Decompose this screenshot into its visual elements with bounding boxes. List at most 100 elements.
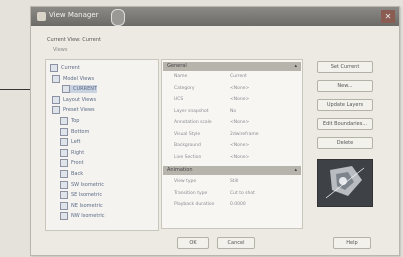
view-preview-thumbnail: [317, 159, 373, 207]
view-icon: [60, 127, 68, 136]
property-name: Annotation scale: [174, 120, 212, 125]
edit-boundaries-button[interactable]: Edit Boundaries...: [317, 118, 373, 130]
view-icon: [62, 85, 70, 94]
property-value: <None>: [230, 120, 250, 125]
collapse-icon: ▴: [294, 167, 297, 173]
general-section-header[interactable]: General ▴: [163, 62, 301, 71]
tree-item-label: Left: [71, 139, 81, 146]
property-value: Still: [230, 179, 239, 184]
property-name: Transition type: [174, 190, 208, 196]
dialog-title: View Manager: [49, 11, 99, 19]
property-value: <None>: [230, 97, 250, 102]
title-bar[interactable]: View Manager ✕: [31, 7, 399, 26]
tree-item[interactable]: NE Isometric: [60, 201, 103, 210]
view-icon: [52, 95, 60, 104]
tree-item-label: Back: [71, 171, 84, 177]
property-value: Current: [230, 74, 247, 79]
property-value: <None>: [230, 85, 250, 91]
view-icon: [60, 138, 68, 147]
tree-item[interactable]: Right: [60, 148, 85, 157]
property-row[interactable]: Category <None>: [174, 85, 300, 93]
property-value: Cut to shot: [230, 190, 255, 196]
tree-item[interactable]: Bottom: [60, 127, 90, 136]
tree-item-label: Front: [71, 160, 84, 167]
property-name: UCS: [174, 97, 184, 102]
delete-button[interactable]: Delete: [317, 137, 373, 149]
tree-item-label: Current: [61, 65, 80, 71]
view-icon: [52, 74, 60, 83]
property-name: Name: [174, 74, 188, 79]
set-current-button[interactable]: Set Current: [317, 61, 373, 73]
tree-item-label: SW Isometric: [71, 181, 104, 188]
property-name: Category: [174, 85, 195, 91]
tree-item[interactable]: Back: [60, 170, 83, 178]
mouse-cursor-icon: [111, 9, 125, 26]
current-view-label: Current View: Current: [47, 37, 102, 43]
cancel-button[interactable]: Cancel: [217, 237, 255, 249]
property-name: Background: [174, 143, 201, 148]
view-manager-icon: [37, 12, 46, 21]
property-value: 2dwireframe: [230, 131, 259, 137]
property-row[interactable]: View type Still: [174, 178, 300, 186]
close-icon[interactable]: ✕: [381, 10, 395, 23]
tree-item-label: SE Isometric: [71, 192, 103, 199]
property-name: Playback duration: [174, 202, 215, 207]
update-layers-button[interactable]: Update Layers: [317, 99, 373, 111]
ok-button[interactable]: OK: [177, 237, 209, 249]
tree-item-label: Layout Views: [63, 96, 97, 103]
property-name: Visual Style: [174, 131, 201, 137]
property-value: No: [230, 108, 237, 114]
view-icon: [60, 180, 68, 189]
property-row[interactable]: Playback duration 0.0000: [174, 201, 300, 209]
tree-item-label: Bottom: [71, 128, 90, 135]
views-tree[interactable]: Current Model Views CURRENT Layout Views Pre…: [45, 59, 159, 231]
new-view-button[interactable]: New...: [317, 80, 373, 92]
tree-item[interactable]: SE Isometric: [60, 191, 103, 200]
views-label: Views: [53, 47, 68, 53]
tree-item[interactable]: Left: [60, 138, 81, 147]
property-name: Live Section: [174, 154, 202, 160]
tree-item[interactable]: Current: [50, 64, 80, 72]
tree-item[interactable]: Front: [60, 159, 84, 168]
tree-item-label: NE Isometric: [71, 202, 103, 209]
property-row[interactable]: Annotation scale <None>: [174, 119, 300, 127]
properties-panel: General ▴ Name Current Category <None> UCS <N…: [161, 59, 303, 229]
animation-section-title: Animation: [167, 167, 193, 173]
property-value: 0.0000: [230, 202, 246, 207]
property-row[interactable]: Background <None>: [174, 142, 300, 150]
property-row[interactable]: UCS <None>: [174, 96, 300, 104]
property-name: Layer snapshot: [174, 108, 209, 114]
animation-section-header[interactable]: Animation ▴: [163, 166, 301, 175]
view-icon: [60, 201, 68, 210]
property-row[interactable]: Visual Style 2dwireframe: [174, 131, 300, 139]
view-icon: [60, 191, 68, 200]
tree-item[interactable]: NW Isometric: [60, 212, 105, 221]
collapse-icon: ▴: [294, 63, 297, 69]
tree-item[interactable]: Layout Views: [52, 95, 97, 104]
view-icon: [60, 117, 68, 125]
tree-item[interactable]: Top: [60, 117, 79, 125]
property-row[interactable]: Transition type Cut to shot: [174, 190, 300, 198]
tree-item[interactable]: Preset Views: [52, 106, 95, 115]
property-row[interactable]: Name Current: [174, 73, 300, 81]
view-icon: [60, 212, 68, 221]
tree-item-label: NW Isometric: [71, 213, 105, 220]
help-button[interactable]: Help: [333, 237, 371, 249]
tree-item-label: Top: [71, 118, 80, 124]
view-icon: [60, 148, 68, 157]
tree-item-label: Model Views: [63, 75, 95, 82]
tree-item[interactable]: CURRENT: [62, 85, 98, 94]
tree-item-label: Preset Views: [63, 107, 95, 114]
property-value: <None>: [230, 143, 250, 148]
view-icon: [50, 64, 58, 72]
property-row[interactable]: Layer snapshot No: [174, 108, 300, 116]
general-section-title: General: [167, 63, 187, 69]
tree-item[interactable]: SW Isometric: [60, 180, 104, 189]
view-icon: [52, 106, 60, 115]
property-name: View type: [174, 179, 197, 184]
view-icon: [60, 159, 68, 168]
tree-item[interactable]: Model Views: [52, 74, 95, 83]
view-icon: [60, 170, 68, 178]
property-row[interactable]: Live Section <None>: [174, 154, 300, 162]
tree-item-label: Right: [71, 149, 85, 156]
